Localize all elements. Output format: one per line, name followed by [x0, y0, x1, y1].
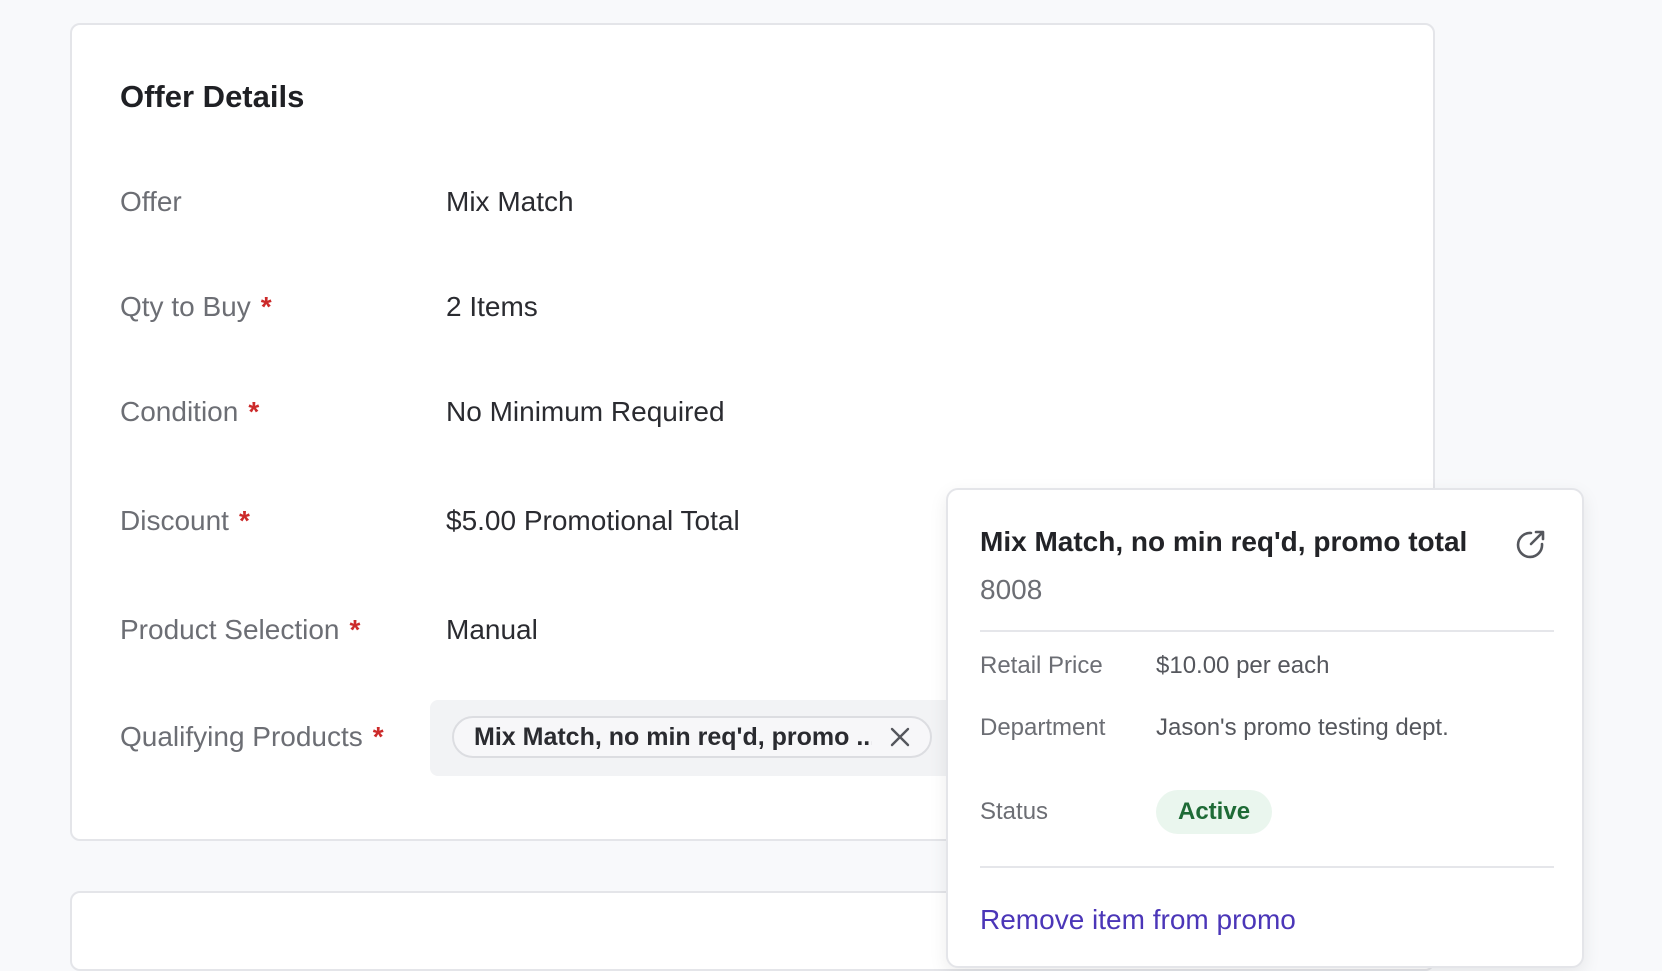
required-marker: *	[372, 721, 384, 752]
condition-row: Condition * No Minimum Required	[120, 392, 1433, 432]
discount-label: Discount *	[120, 505, 250, 536]
discount-value: $5.00 Promotional Total	[446, 505, 740, 536]
divider	[980, 866, 1554, 868]
close-icon[interactable]	[886, 723, 914, 751]
required-marker: *	[238, 505, 250, 536]
status-badge: Active	[1156, 790, 1273, 834]
offer-value: Mix Match	[446, 186, 574, 217]
popover-title: Mix Match, no min req'd, promo total	[980, 526, 1468, 557]
condition-value: No Minimum Required	[446, 396, 725, 427]
product-selection-value: Manual	[446, 614, 538, 645]
qty-to-buy-row: Qty to Buy * 2 Items	[120, 287, 1433, 327]
product-popover: Mix Match, no min req'd, promo total 800…	[946, 488, 1584, 968]
product-selection-label: Product Selection *	[120, 614, 361, 645]
external-link-icon[interactable]	[1515, 526, 1549, 560]
chip-label: Mix Match, no min req'd, promo ...	[474, 722, 872, 751]
qualifying-product-chip[interactable]: Mix Match, no min req'd, promo ...	[452, 716, 932, 758]
qualifying-products-label: Qualifying Products *	[120, 721, 384, 752]
department-value: Jason's promo testing dept.	[1156, 714, 1449, 741]
status-label: Status	[980, 798, 1049, 825]
qty-to-buy-label: Qty to Buy *	[120, 291, 272, 322]
required-marker: *	[260, 291, 272, 322]
offer-row: Offer Mix Match	[120, 182, 1433, 222]
condition-label: Condition *	[120, 396, 260, 427]
qty-to-buy-value: 2 Items	[446, 291, 538, 322]
divider	[980, 630, 1554, 632]
retail-price-label: Retail Price	[980, 652, 1103, 679]
popover-code: 8008	[980, 574, 1043, 605]
qualifying-products-field[interactable]: Mix Match, no min req'd, promo ...	[430, 700, 950, 776]
offer-label: Offer	[120, 186, 182, 217]
remove-item-link[interactable]: Remove item from promo	[980, 904, 1296, 936]
retail-price-value: $10.00 per each	[1156, 652, 1330, 679]
required-marker: *	[248, 396, 260, 427]
card-title: Offer Details	[120, 79, 305, 114]
department-label: Department	[980, 714, 1106, 741]
required-marker: *	[349, 614, 361, 645]
